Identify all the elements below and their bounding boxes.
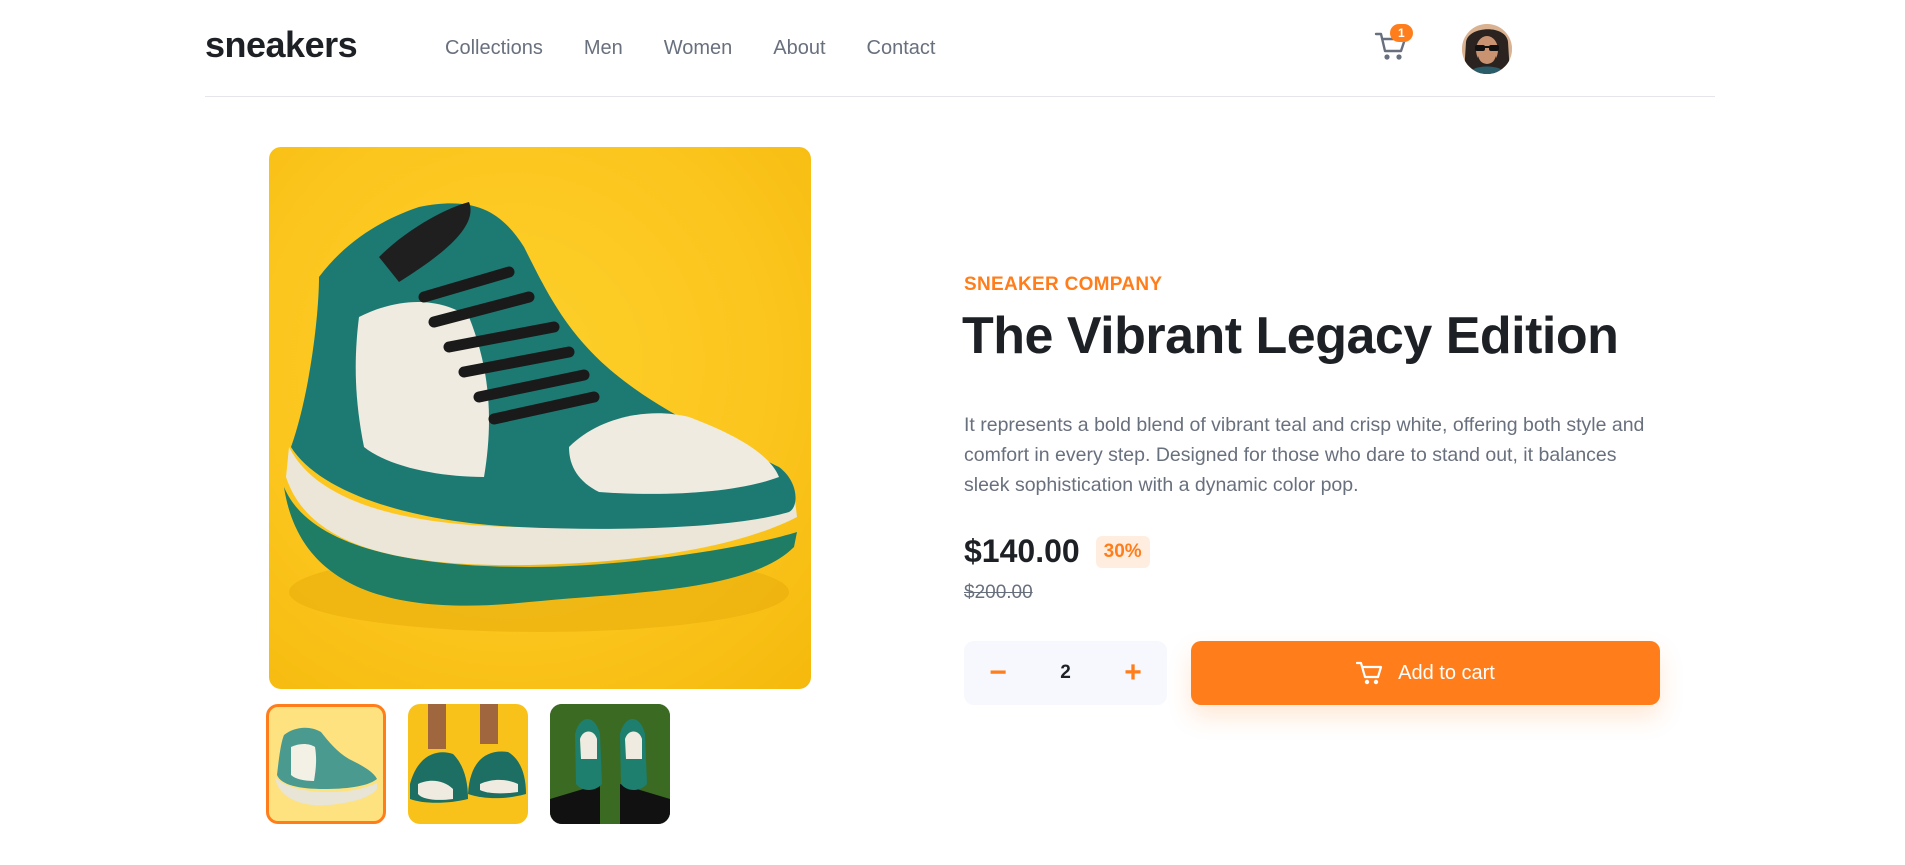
user-avatar[interactable] bbox=[1462, 24, 1512, 74]
product-main-image[interactable] bbox=[269, 147, 811, 689]
company-label: SNEAKER COMPANY bbox=[964, 274, 1163, 295]
thumbnail-2[interactable] bbox=[408, 704, 528, 824]
thumbnail-sneaker-image bbox=[275, 727, 377, 806]
nav-item-contact[interactable]: Contact bbox=[867, 37, 936, 60]
quantity-value: 2 bbox=[1060, 662, 1071, 683]
sneaker-image bbox=[284, 202, 797, 632]
add-to-cart-button[interactable]: Add to cart bbox=[1191, 641, 1660, 705]
main-nav: Collections Men Women About Contact bbox=[445, 37, 976, 60]
thumbnail-list bbox=[266, 704, 692, 824]
original-price: $200.00 bbox=[964, 582, 1033, 603]
thumbnail-grass-sneakers-image bbox=[550, 704, 670, 824]
nav-item-about[interactable]: About bbox=[773, 37, 825, 60]
nav-item-women[interactable]: Women bbox=[664, 37, 733, 60]
nav-item-men[interactable]: Men bbox=[584, 37, 623, 60]
brand-logo[interactable]: sneakers bbox=[205, 24, 358, 66]
quantity-stepper: − 2 + bbox=[964, 641, 1167, 705]
current-price: $140.00 bbox=[964, 533, 1080, 569]
increment-button[interactable]: + bbox=[1121, 658, 1145, 688]
add-to-cart-label: Add to cart bbox=[1398, 661, 1495, 684]
decrement-button[interactable]: − bbox=[986, 658, 1010, 688]
product-description: It represents a bold blend of vibrant te… bbox=[964, 414, 1645, 496]
discount-badge: 30% bbox=[1095, 535, 1150, 568]
cart-count-badge: 1 bbox=[1390, 24, 1413, 42]
price-row: $140.00 30% bbox=[964, 533, 1150, 570]
thumbnail-worn-sneakers-image bbox=[410, 704, 526, 803]
product-title: The Vibrant Legacy Edition bbox=[962, 307, 1619, 365]
thumbnail-3[interactable] bbox=[550, 704, 670, 824]
cart-icon bbox=[1356, 661, 1383, 685]
avatar-image bbox=[1462, 24, 1512, 74]
nav-item-collections[interactable]: Collections bbox=[445, 37, 543, 60]
thumbnail-1[interactable] bbox=[266, 704, 386, 824]
